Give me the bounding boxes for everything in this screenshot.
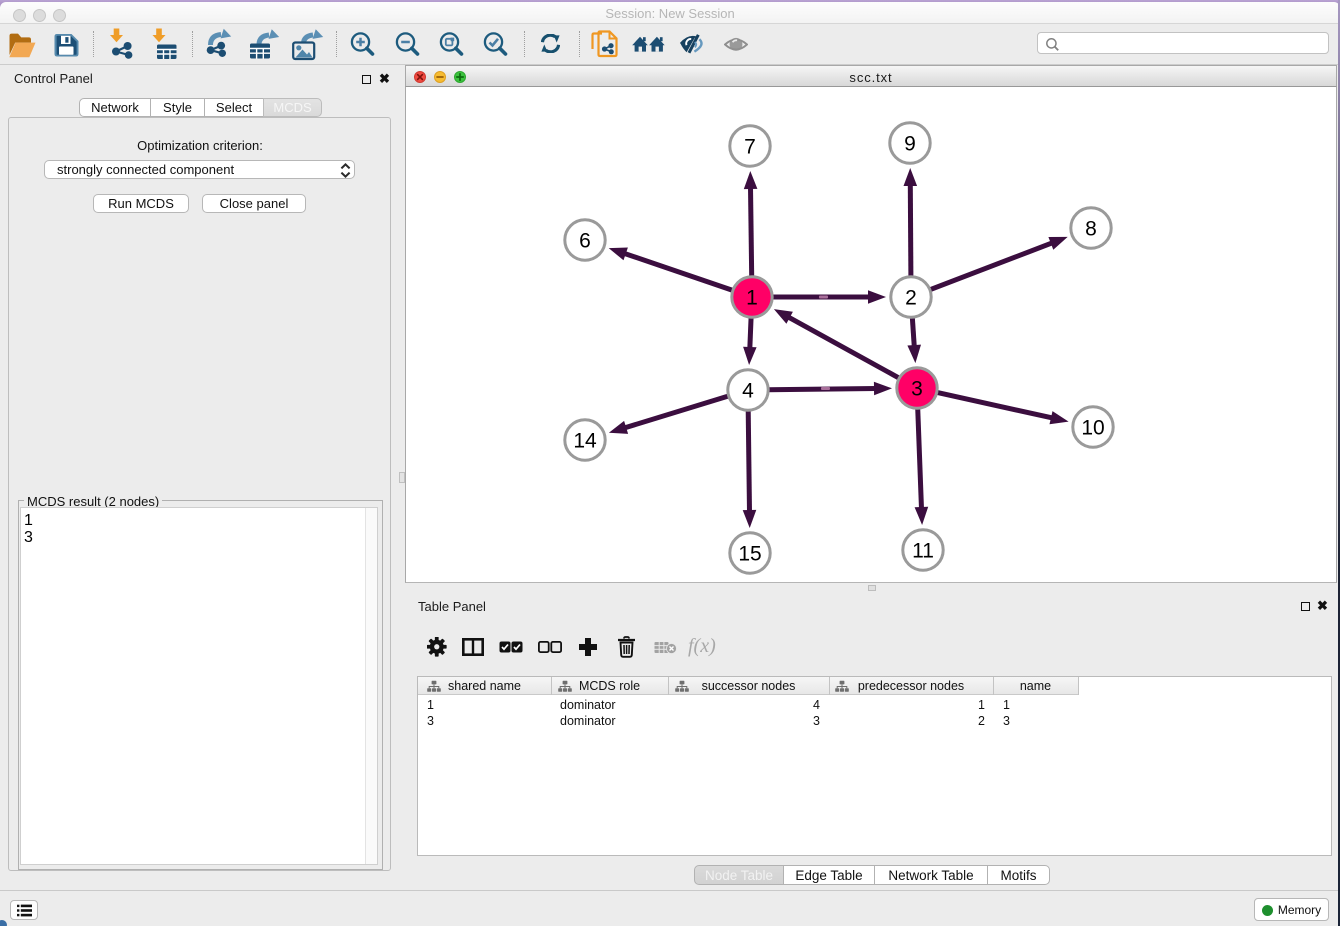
svg-text:15: 15 [738,543,761,566]
svg-text:2: 2 [905,287,917,310]
svg-text:14: 14 [573,430,597,453]
svg-text:8: 8 [1085,218,1097,241]
svg-text:10: 10 [1081,417,1104,440]
svg-text:6: 6 [579,230,591,253]
svg-text:11: 11 [912,540,934,563]
svg-text:7: 7 [744,136,756,159]
svg-text:4: 4 [742,380,754,403]
svg-text:3: 3 [911,378,923,401]
svg-text:1: 1 [746,287,758,310]
svg-text:9: 9 [904,133,916,156]
